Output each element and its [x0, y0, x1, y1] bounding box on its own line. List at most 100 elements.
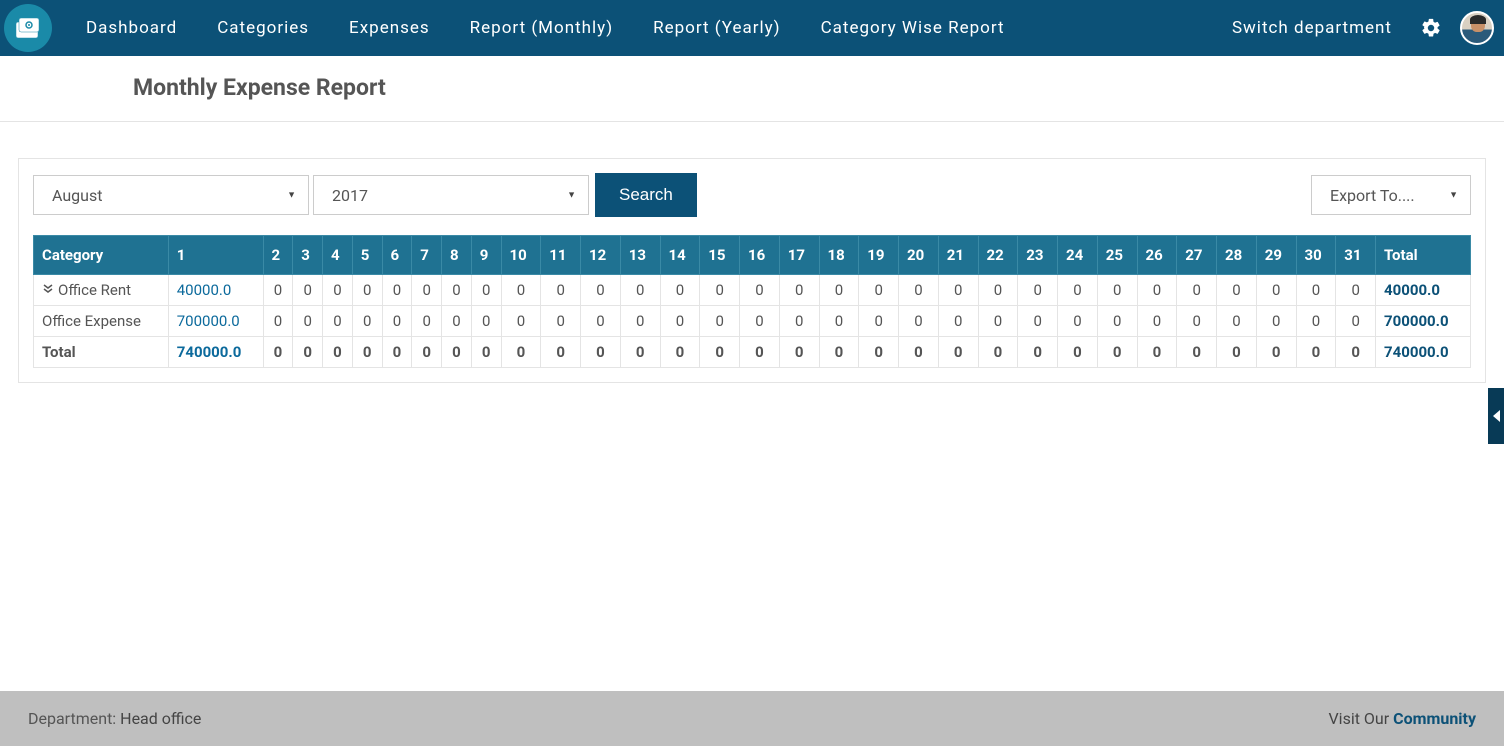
value-cell: 0: [581, 306, 621, 337]
side-collapse-tab[interactable]: [1488, 388, 1504, 444]
total-value-cell: 0: [1217, 337, 1257, 368]
value-cell: 0: [779, 275, 819, 306]
caret-down-icon: ▼: [287, 190, 296, 201]
caret-down-icon: ▼: [1449, 190, 1458, 201]
value-cell: 0: [1256, 306, 1296, 337]
value-cell: 0: [1137, 275, 1177, 306]
value-cell: 0: [1097, 275, 1137, 306]
total-value-cell: 0: [1177, 337, 1217, 368]
month-select-value: August: [52, 186, 102, 205]
value-cell: 0: [660, 275, 700, 306]
value-cell: 0: [471, 275, 501, 306]
value-cell: 0: [442, 275, 472, 306]
value-cell: 0: [1217, 275, 1257, 306]
total-value-link[interactable]: 740000.0: [177, 343, 242, 361]
top-navbar: Dashboard Categories Expenses Report (Mo…: [0, 0, 1504, 56]
category-cell: Office Expense: [34, 306, 169, 337]
total-value-cell: 0: [1018, 337, 1058, 368]
value-cell: 0: [1336, 306, 1376, 337]
app-logo[interactable]: [4, 4, 52, 52]
year-select[interactable]: 2017 ▼: [313, 175, 589, 215]
table-header-cell: 6: [382, 236, 412, 275]
value-cell: 0: [740, 306, 780, 337]
value-cell: 0: [1058, 306, 1098, 337]
value-cell: 0: [1018, 275, 1058, 306]
search-button[interactable]: Search: [595, 173, 697, 217]
total-value-cell: 0: [819, 337, 859, 368]
caret-down-icon: ▼: [567, 190, 576, 201]
nav-report-yearly[interactable]: Report (Yearly): [637, 12, 796, 44]
value-cell: 0: [700, 306, 740, 337]
table-header-cell: 1: [168, 236, 263, 275]
nav-categories[interactable]: Categories: [201, 12, 325, 44]
total-value-cell: 0: [978, 337, 1018, 368]
value-cell: 0: [899, 306, 939, 337]
user-avatar[interactable]: [1460, 11, 1494, 45]
value-cell: 0: [501, 275, 541, 306]
value-cell: 0: [471, 306, 501, 337]
value-cell: 0: [779, 306, 819, 337]
department-label: Department: Head office: [28, 709, 201, 728]
table-header-cell: 20: [899, 236, 939, 275]
table-header-cell: 8: [442, 236, 472, 275]
value-cell: 0: [859, 306, 899, 337]
total-value-cell: 0: [700, 337, 740, 368]
table-header-cell: 23: [1018, 236, 1058, 275]
nav-report-monthly[interactable]: Report (Monthly): [454, 12, 629, 44]
table-header-cell: 19: [859, 236, 899, 275]
table-header-cell: 31: [1336, 236, 1376, 275]
value-link[interactable]: 700000.0: [177, 312, 240, 330]
value-cell: 0: [541, 306, 581, 337]
value-cell: 0: [263, 275, 293, 306]
table-total-row: Total740000.0000000000000000000000000000…: [34, 337, 1471, 368]
value-cell: 0: [978, 275, 1018, 306]
category-cell: Office Rent: [34, 275, 169, 306]
month-select[interactable]: August ▼: [33, 175, 309, 215]
table-header-cell: 30: [1296, 236, 1336, 275]
value-cell: 0: [740, 275, 780, 306]
value-cell: 0: [352, 275, 382, 306]
value-cell: 0: [1177, 306, 1217, 337]
value-cell: 0: [382, 306, 412, 337]
row-total-cell: 700000.0: [1376, 306, 1471, 337]
community-link[interactable]: Community: [1393, 709, 1476, 728]
report-panel: August ▼ 2017 ▼ Search Export To.... ▼ C…: [18, 158, 1486, 383]
table-header-cell: 4: [323, 236, 353, 275]
table-header-cell: 5: [352, 236, 382, 275]
total-value-cell: 0: [1336, 337, 1376, 368]
value-cell: 0: [293, 275, 323, 306]
nav-dashboard[interactable]: Dashboard: [70, 12, 193, 44]
total-value-cell: 0: [938, 337, 978, 368]
grand-total-cell: 740000.0: [1376, 337, 1471, 368]
table-header-cell: 16: [740, 236, 780, 275]
expand-icon[interactable]: [42, 283, 54, 299]
category-name: Office Expense: [42, 312, 141, 330]
table-header-cell: Total: [1376, 236, 1471, 275]
table-row: Office Rent40000.00000000000000000000000…: [34, 275, 1471, 306]
total-value-cell: 0: [1296, 337, 1336, 368]
table-header-cell: 17: [779, 236, 819, 275]
table-header-cell: 24: [1058, 236, 1098, 275]
table-header-cell: 28: [1217, 236, 1257, 275]
table-header-cell: 13: [620, 236, 660, 275]
table-header-cell: 11: [541, 236, 581, 275]
export-select-value: Export To....: [1330, 186, 1415, 205]
switch-department-link[interactable]: Switch department: [1222, 12, 1402, 44]
total-value-cell: 0: [620, 337, 660, 368]
wallet-icon: [12, 12, 44, 44]
nav-category-wise[interactable]: Category Wise Report: [805, 12, 1021, 44]
table-header-row: Category12345678910111213141516171819202…: [34, 236, 1471, 275]
value-cell: 0: [501, 306, 541, 337]
total-value-cell: 0: [382, 337, 412, 368]
value-link[interactable]: 40000.0: [177, 281, 232, 299]
expense-table: Category12345678910111213141516171819202…: [33, 235, 1471, 368]
settings-gear-icon[interactable]: [1420, 17, 1442, 39]
row-total-cell: 40000.0: [1376, 275, 1471, 306]
total-value-cell: 0: [899, 337, 939, 368]
total-value-cell: 0: [323, 337, 353, 368]
nav-expenses[interactable]: Expenses: [333, 12, 446, 44]
table-header-cell: 26: [1137, 236, 1177, 275]
value-cell: 0: [1217, 306, 1257, 337]
export-select[interactable]: Export To.... ▼: [1311, 175, 1471, 215]
filter-controls: August ▼ 2017 ▼ Search Export To.... ▼: [33, 173, 1471, 217]
